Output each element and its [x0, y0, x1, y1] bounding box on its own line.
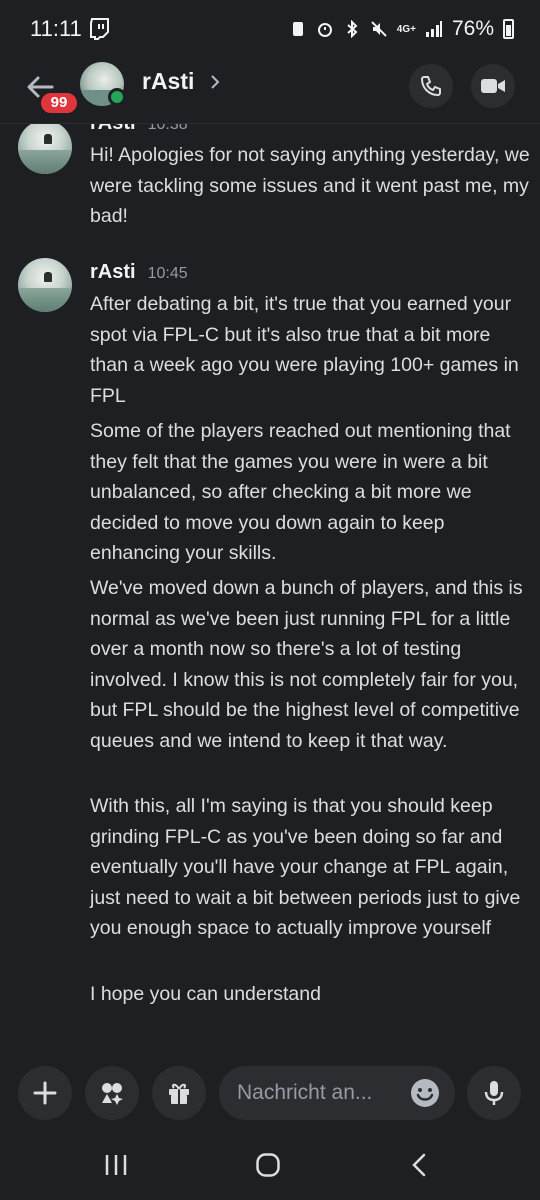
composer-bar: Nachricht an... — [0, 1062, 540, 1124]
message-timestamp: 10:38 — [147, 124, 188, 133]
video-call-button[interactable] — [471, 64, 515, 108]
message-text: I hope you can understand — [90, 983, 321, 1005]
message-header: rAsti 10:45 — [90, 261, 188, 284]
twitch-icon — [89, 18, 109, 40]
back-icon[interactable] — [410, 1152, 428, 1178]
message-input-placeholder: Nachricht an... — [237, 1081, 373, 1104]
message-text: We've moved down a bunch of players, and… — [90, 577, 523, 752]
chevron-right-icon[interactable] — [210, 74, 220, 90]
microphone-icon — [484, 1081, 504, 1105]
video-camera-icon — [481, 79, 505, 93]
gift-button[interactable] — [152, 1066, 206, 1120]
add-attachment-button[interactable] — [18, 1066, 72, 1120]
online-status-indicator — [108, 88, 126, 106]
voice-message-button[interactable] — [467, 1066, 521, 1120]
message-timestamp: 10:45 — [147, 265, 188, 282]
signal-icon — [425, 21, 442, 37]
system-nav-bar — [0, 1136, 540, 1200]
message-author[interactable]: rAsti — [90, 261, 136, 284]
message-text: After debating a bit, it's true that you… — [90, 293, 519, 407]
apps-button[interactable] — [85, 1066, 139, 1120]
channel-header: 99 rAsti — [0, 58, 540, 124]
alarm-icon — [317, 23, 332, 37]
mute-icon — [371, 21, 387, 37]
unread-badge: 99 — [38, 90, 80, 116]
message-header: rAsti 10:38 — [90, 124, 188, 135]
status-time: 11:11 — [30, 16, 82, 41]
network-type: 4G+ — [396, 23, 416, 35]
sim-icon — [292, 22, 303, 36]
battery-icon — [503, 19, 514, 39]
recent-apps-icon[interactable] — [104, 1152, 128, 1178]
message-text: Hi! Apologies for not saying anything ye… — [90, 144, 530, 227]
voice-call-button[interactable] — [409, 64, 453, 108]
bluetooth-icon — [347, 20, 358, 38]
phone-icon — [420, 76, 441, 97]
message-author[interactable]: rAsti — [90, 124, 136, 135]
message-text: Some of the players reached out mentioni… — [90, 420, 511, 564]
battery-percent: 76% — [451, 17, 494, 40]
plus-icon — [33, 1081, 57, 1105]
home-icon[interactable] — [255, 1152, 281, 1178]
avatar[interactable] — [18, 124, 72, 174]
message-list[interactable]: rAsti 10:38 Hi! Apologies for not saying… — [0, 124, 540, 1050]
emoji-icon[interactable] — [410, 1078, 440, 1108]
channel-title[interactable]: rAsti — [142, 68, 194, 95]
apps-icon — [102, 1083, 123, 1105]
gift-icon — [169, 1083, 189, 1104]
status-bar: 11:11 4G+ 76% — [0, 0, 540, 58]
avatar[interactable] — [18, 258, 72, 312]
message-text: With this, all I'm saying is that you sh… — [90, 795, 521, 939]
